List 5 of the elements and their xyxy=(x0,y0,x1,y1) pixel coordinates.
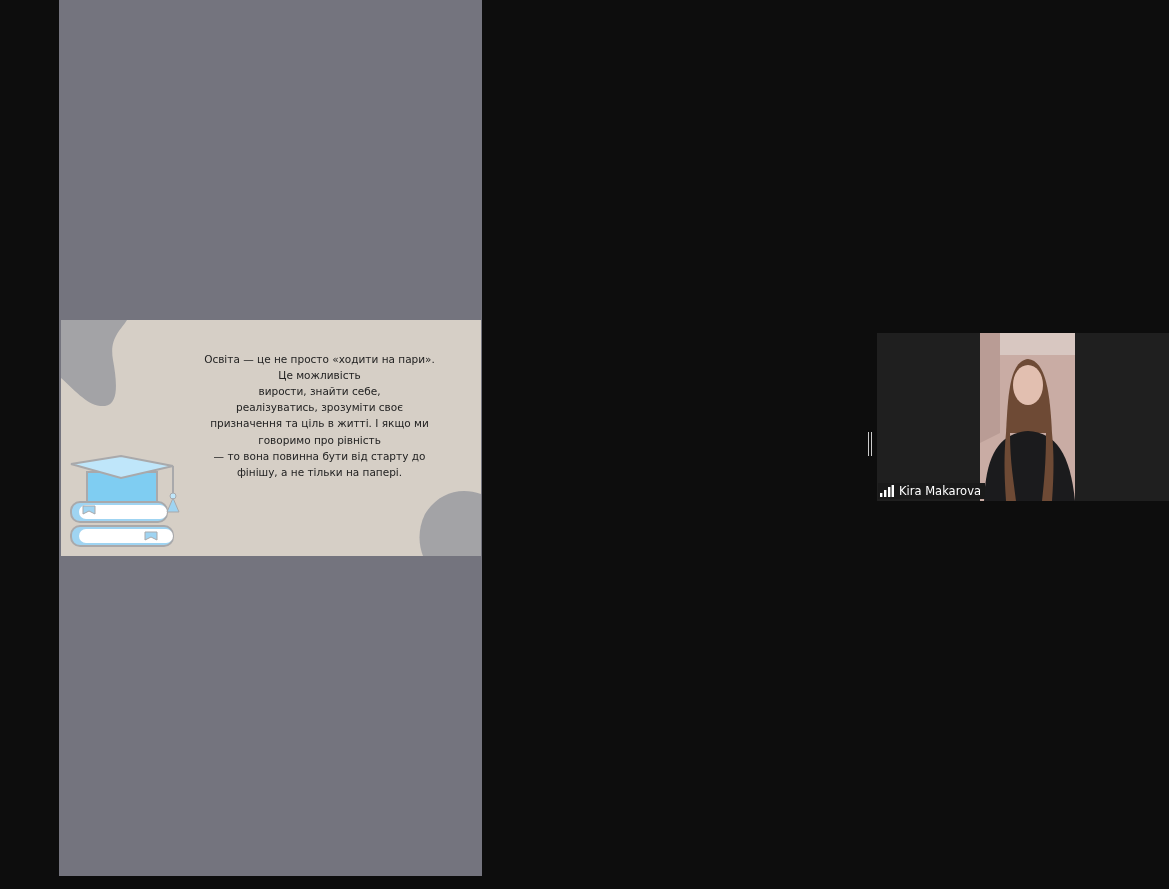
blob-shape xyxy=(418,489,481,556)
splitter-handle[interactable] xyxy=(868,432,872,456)
slide-text: Освіта — це не просто «ходити на пари». Це можливість вирости, знайти себе, реалізуватись, зрозуміти своє призначення та ціль в житті. І якщо ми говоримо про рівність — то вона повинна бути від старту до фінішу, а не тільки на папері. xyxy=(203,351,436,480)
participant-name: Kira Makarova xyxy=(899,484,981,498)
signal-icon xyxy=(880,485,894,497)
